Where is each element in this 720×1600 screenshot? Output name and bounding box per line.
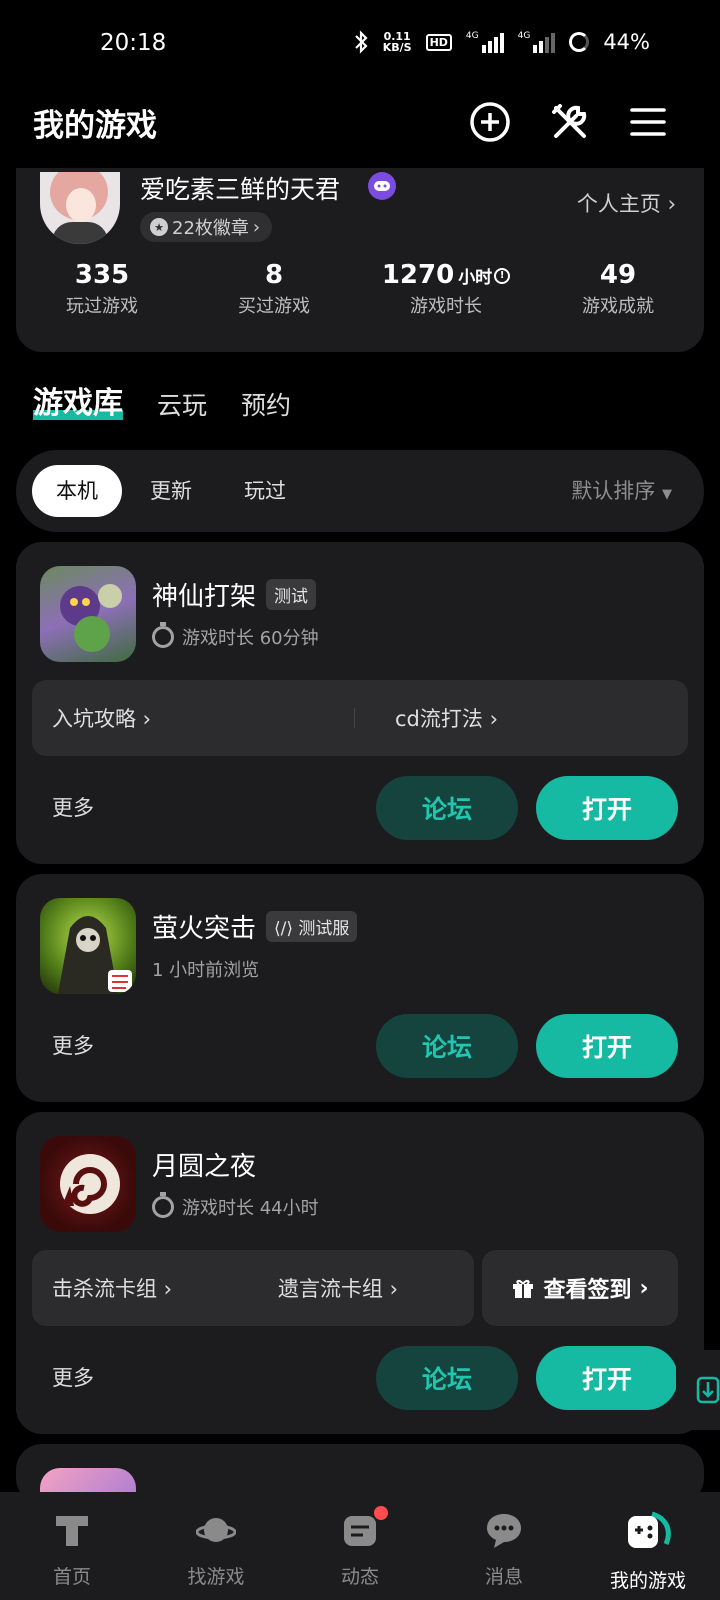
menu-icon[interactable]	[626, 100, 670, 144]
test-tag: 测试	[266, 579, 317, 610]
open-button[interactable]: 打开	[536, 776, 678, 840]
more-button[interactable]: 更多	[52, 792, 94, 822]
filter-local[interactable]: 本机	[32, 465, 122, 517]
nav-home[interactable]: 首页	[0, 1492, 144, 1600]
avatar[interactable]	[40, 172, 120, 244]
game-icon[interactable]	[40, 898, 136, 994]
stat-bought[interactable]: 8 买过游戏	[188, 260, 360, 318]
forum-button[interactable]: 论坛	[376, 776, 518, 840]
chevron-right-icon: ›	[252, 216, 261, 238]
battery-level: 44%	[603, 30, 650, 54]
filter-updates[interactable]: 更新	[126, 465, 216, 517]
status-bar: 20:18 0.11 KB/S HD 4G 4G 44%	[0, 0, 720, 92]
guide-links: 入坑攻略 › cd流打法 ›	[32, 680, 688, 756]
battery-icon	[569, 32, 590, 52]
game-playtime: 游戏时长 60分钟	[152, 622, 319, 650]
chat-icon	[487, 1514, 521, 1548]
game-title[interactable]: 月圆之夜	[152, 1146, 256, 1183]
check-in-button[interactable]: 查看签到 ›	[482, 1250, 678, 1326]
username: 爱吃素三鲜的天君	[140, 175, 341, 204]
profile-card: 爱吃素三鲜的天君 ★ 22枚徽章 › 个人主页 › 335 玩过游戏 8 买过游…	[16, 168, 704, 352]
net-speed: 0.11 KB/S	[382, 30, 412, 54]
app-header: 我的游戏	[0, 92, 720, 168]
bottom-nav: 首页 找游戏 动态 消息 我的游戏	[0, 1492, 720, 1600]
tab-library[interactable]: 游戏库	[33, 378, 123, 422]
filter-bar: 本机 更新 玩过 默认排序 ▼	[16, 450, 704, 532]
tab-reservations[interactable]: 预约	[241, 386, 291, 422]
filter-played[interactable]: 玩过	[220, 465, 310, 517]
more-button[interactable]: 更多	[52, 1362, 94, 1392]
add-icon[interactable]	[468, 100, 512, 144]
stat-achievements[interactable]: 49 游戏成就	[532, 260, 704, 318]
code-icon: ⟨/⟩	[274, 919, 294, 939]
sort-dropdown[interactable]: 默认排序 ▼	[571, 465, 672, 521]
forum-button[interactable]: 论坛	[376, 1014, 518, 1078]
game-playtime: 游戏时长 44小时	[152, 1192, 319, 1220]
game-title[interactable]: 萤火突击 ⟨/⟩ 测试服	[152, 908, 358, 945]
gamepad-icon	[628, 1511, 671, 1548]
tab-cloud-play[interactable]: 云玩	[157, 386, 207, 422]
badges-button[interactable]: ★ 22枚徽章 ›	[140, 212, 273, 242]
stat-playtime[interactable]: 1270 小时! 游戏时长	[360, 260, 532, 318]
guide-link[interactable]: 遗言流卡组 ›	[258, 1273, 398, 1303]
nav-my-games[interactable]: 我的游戏	[576, 1492, 720, 1600]
forum-button[interactable]: 论坛	[376, 1346, 518, 1410]
test-server-tag: ⟨/⟩ 测试服	[266, 911, 358, 942]
hd-icon: HD	[425, 33, 452, 51]
guide-links: 击杀流卡组 › 遗言流卡组 ›	[32, 1250, 474, 1326]
stats-row: 335 玩过游戏 8 买过游戏 1270 小时! 游戏时长 49 游戏成就	[16, 260, 704, 318]
guide-link[interactable]: cd流打法 ›	[355, 703, 498, 733]
library-tabs: 游戏库 云玩 预约	[33, 378, 291, 422]
caret-down-icon: ▼	[662, 487, 672, 502]
game-card: 萤火突击 ⟨/⟩ 测试服 1 小时前浏览 更多 论坛 打开	[16, 874, 704, 1102]
nav-messages[interactable]: 消息	[432, 1492, 576, 1600]
signal-icon: 4G	[466, 31, 504, 53]
nav-discover[interactable]: 找游戏	[144, 1492, 288, 1600]
gift-icon	[513, 1279, 534, 1298]
chevron-right-icon: ›	[667, 192, 676, 216]
home-icon	[56, 1516, 88, 1546]
stopwatch-icon	[152, 1192, 174, 1218]
homepage-link[interactable]: 个人主页 ›	[577, 188, 676, 218]
status-time: 20:18	[100, 30, 167, 56]
bluetooth-icon	[354, 30, 368, 54]
game-title[interactable]: 神仙打架 测试	[152, 576, 317, 613]
notification-dot	[374, 1506, 388, 1520]
download-icon	[696, 1376, 720, 1404]
stat-played[interactable]: 335 玩过游戏	[16, 260, 188, 318]
guide-link[interactable]: 入坑攻略 ›	[32, 703, 354, 733]
open-button[interactable]: 打开	[536, 1014, 678, 1078]
open-button[interactable]: 打开	[536, 1346, 678, 1410]
status-icons: 0.11 KB/S HD 4G 4G 44%	[353, 30, 650, 54]
game-icon[interactable]	[40, 566, 136, 662]
nav-feed[interactable]: 动态	[288, 1492, 432, 1600]
page-title: 我的游戏	[33, 108, 157, 144]
medal-icon: ★	[150, 218, 168, 236]
gamepad-badge-icon	[368, 172, 396, 200]
signal-icon-2: 4G	[518, 31, 556, 53]
tools-icon[interactable]	[548, 100, 592, 144]
info-icon[interactable]: !	[494, 267, 511, 284]
guide-link[interactable]: 击杀流卡组 ›	[32, 1273, 258, 1303]
stopwatch-icon	[152, 622, 174, 648]
planet-icon	[195, 1518, 237, 1542]
game-icon[interactable]	[40, 1136, 136, 1232]
game-last-viewed: 1 小时前浏览	[152, 960, 260, 981]
game-card: 月圆之夜 游戏时长 44小时 击杀流卡组 › 遗言流卡组 › 查看签到 › 更多…	[16, 1112, 704, 1434]
game-card: 神仙打架 测试 游戏时长 60分钟 入坑攻略 › cd流打法 › 更多 论坛 打…	[16, 542, 704, 864]
download-manager-button[interactable]	[676, 1350, 720, 1430]
more-button[interactable]: 更多	[52, 1030, 94, 1060]
